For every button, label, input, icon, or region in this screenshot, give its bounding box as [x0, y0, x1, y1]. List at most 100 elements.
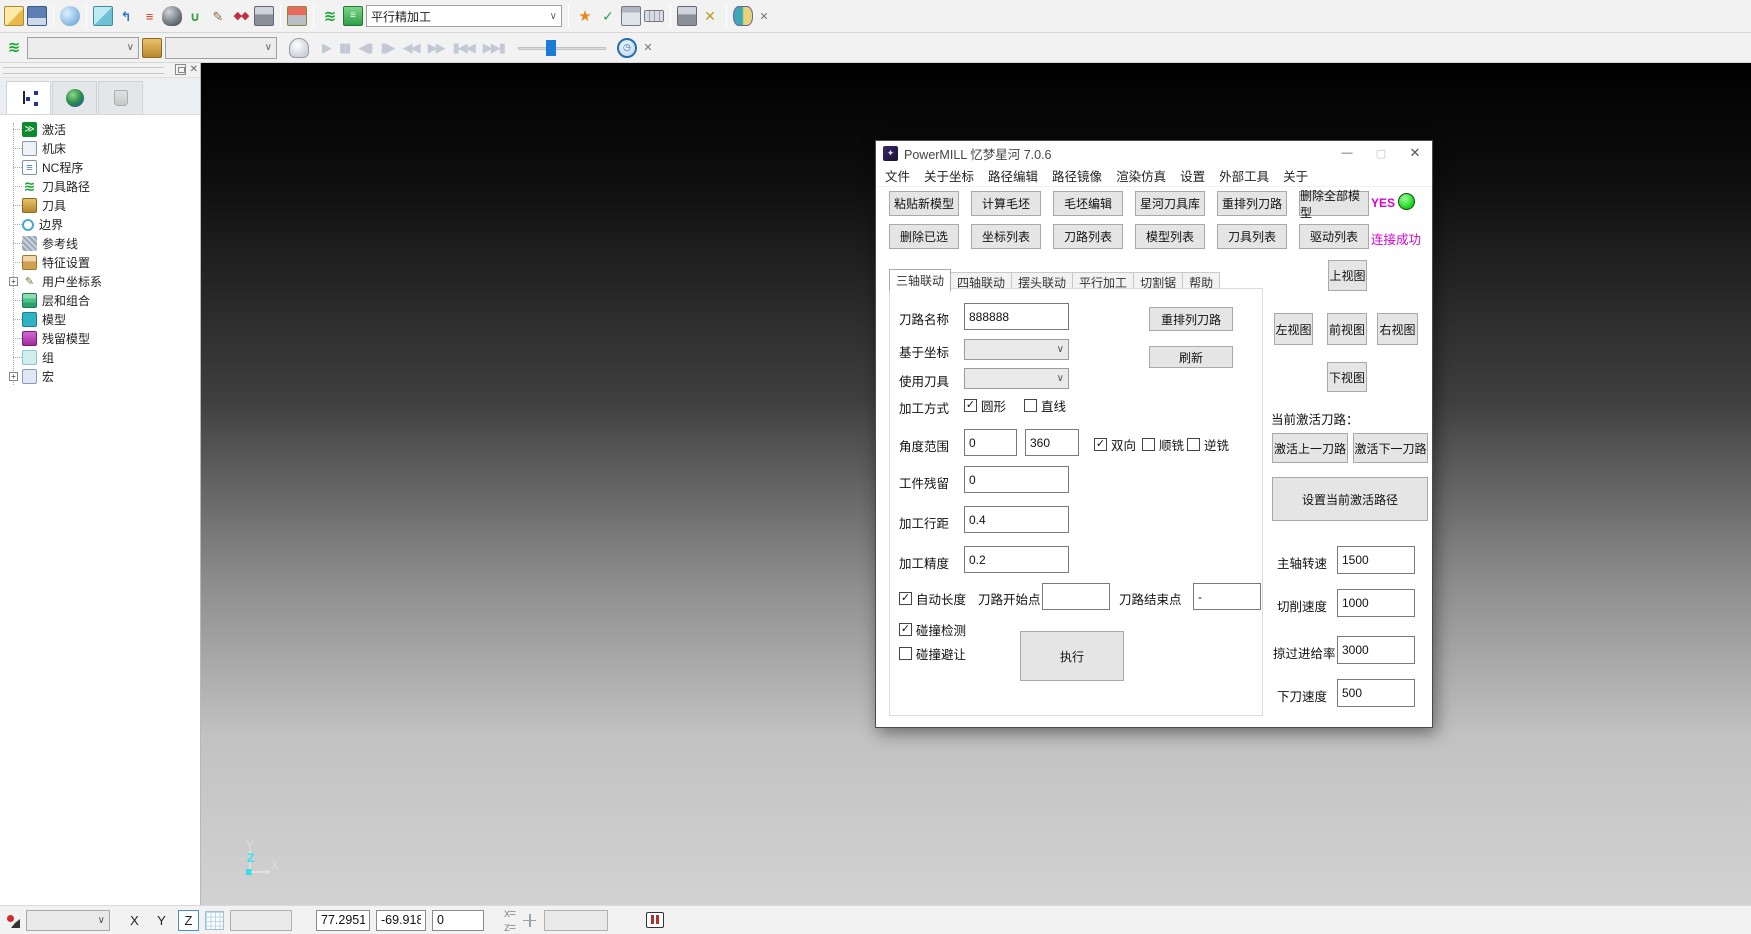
close-icon[interactable]	[1398, 141, 1432, 165]
toolbar-close-icon[interactable]: ✕	[756, 8, 772, 24]
step-forward-button[interactable]: ▮▶	[377, 40, 396, 56]
menu-path-edit[interactable]: 路径编辑	[988, 166, 1038, 185]
expand-icon[interactable]	[9, 372, 18, 381]
tree-item-levels[interactable]: 层和组合	[6, 291, 200, 310]
paste-model-button[interactable]: 粘贴新模型	[889, 191, 959, 216]
delete-selected-button[interactable]: 删除已选	[889, 224, 959, 249]
rearrange-button[interactable]: 重排列刀路	[1149, 307, 1233, 331]
drive-list-button[interactable]: 驱动列表	[1299, 224, 1369, 249]
tool-holder-icon[interactable]	[254, 6, 274, 26]
tree-item-feature-sets[interactable]: 特征设置	[6, 253, 200, 272]
plunge-feed-input[interactable]	[1337, 679, 1415, 707]
coord-list-button[interactable]: 坐标列表	[971, 224, 1041, 249]
go-start-button[interactable]: ▮◀◀	[450, 40, 477, 56]
toolpath-list-button[interactable]: 刀路列表	[1053, 224, 1123, 249]
menu-coords[interactable]: 关于坐标	[924, 166, 974, 185]
tree-item-boundaries[interactable]: 边界	[6, 215, 200, 234]
save-icon[interactable]	[27, 6, 47, 26]
toolpath-name-input[interactable]	[964, 303, 1069, 330]
play-button[interactable]: ▶	[319, 40, 333, 56]
search-back-button[interactable]: ◀◀	[400, 40, 422, 56]
menu-external-tools[interactable]: 外部工具	[1219, 166, 1269, 185]
sim-toolpath-combo[interactable]: ∨	[27, 37, 139, 59]
sim-tool-combo[interactable]: ∨	[165, 37, 277, 59]
open-file-icon[interactable]	[4, 6, 24, 26]
ball-tool-icon[interactable]	[162, 6, 182, 26]
clock-icon[interactable]: ◷	[617, 38, 637, 58]
tab-explorer-tree[interactable]	[6, 81, 51, 114]
climb-mill-checkbox[interactable]: 顺铣	[1142, 435, 1184, 454]
tab-3axis[interactable]: 三轴联动	[889, 269, 951, 292]
menu-path-mirror[interactable]: 路径镜像	[1052, 166, 1102, 185]
axis-x-button[interactable]: X	[124, 910, 145, 931]
tree-item-models[interactable]: 模型	[6, 310, 200, 329]
tree-item-patterns[interactable]: 参考线	[6, 234, 200, 253]
tree-item-macros[interactable]: 宏	[6, 367, 200, 386]
verify-tool-icon[interactable]: ✓	[598, 6, 618, 26]
axis-z-button[interactable]: Z	[178, 910, 199, 931]
sim-toolbar-close-icon[interactable]: ✕	[640, 40, 656, 56]
block-icon[interactable]	[60, 6, 80, 26]
coord-y-field[interactable]	[376, 910, 426, 931]
tool-list-button[interactable]: 刀具列表	[1217, 224, 1287, 249]
star-tool-icon[interactable]: ★	[575, 6, 595, 26]
rearrange-toolpaths-button[interactable]: 重排列刀路	[1217, 191, 1287, 216]
view-left-button[interactable]: 左视图	[1274, 313, 1313, 345]
rapid-path-icon[interactable]: ↰	[116, 6, 136, 26]
sim-speed-slider[interactable]	[518, 39, 606, 57]
move-arrows-icon[interactable]: ✕	[700, 6, 720, 26]
angle-to-input[interactable]	[1025, 429, 1079, 456]
execute-button[interactable]: 执行	[1020, 631, 1124, 681]
tab-recycle[interactable]	[98, 81, 143, 114]
use-tool-select[interactable]	[964, 368, 1069, 389]
tool-insert-icon[interactable]	[287, 6, 307, 26]
tree-item-workplanes[interactable]: 用户坐标系	[6, 272, 200, 291]
active-toolpath-icon[interactable]: ≋	[320, 6, 340, 26]
statusbar-combo[interactable]	[26, 910, 110, 931]
compare-cylinders-icon[interactable]	[733, 6, 753, 26]
conventional-mill-checkbox[interactable]: 逆铣	[1187, 435, 1229, 454]
step-back-button[interactable]: ◀▮	[355, 40, 374, 56]
tree-item-activate[interactable]: 激活	[6, 120, 200, 139]
view-bottom-button[interactable]: 下视图	[1327, 362, 1367, 392]
slider-handle[interactable]	[546, 40, 556, 56]
calc-block-button[interactable]: 计算毛坯	[971, 191, 1041, 216]
angle-from-input[interactable]	[964, 429, 1017, 456]
pattern-points-icon[interactable]: ◆◆	[231, 6, 251, 26]
maximize-icon[interactable]	[1364, 141, 1398, 165]
cutting-feed-input[interactable]	[1337, 589, 1415, 617]
collision-avoid-checkbox[interactable]: 碰撞避让	[899, 644, 966, 663]
search-forward-button[interactable]: ▶▶	[425, 40, 447, 56]
tree-item-toolpaths[interactable]: 刀具路径	[6, 177, 200, 196]
menu-about[interactable]: 关于	[1283, 166, 1308, 185]
stepover-input[interactable]	[964, 506, 1069, 533]
coord-z-field[interactable]	[432, 910, 484, 931]
tree-item-machine[interactable]: 机床	[6, 139, 200, 158]
start-point-input[interactable]	[1042, 583, 1110, 610]
skim-feed-input[interactable]	[1337, 636, 1415, 664]
go-end-button[interactable]: ▶▶▮	[480, 40, 507, 56]
minimize-icon[interactable]	[1330, 141, 1364, 165]
refresh-button[interactable]: 刷新	[1149, 346, 1233, 368]
tool-library-button[interactable]: 星河刀具库	[1135, 191, 1205, 216]
tree-item-nc-programs[interactable]: NC程序	[6, 158, 200, 177]
coord-x-field[interactable]	[316, 910, 370, 931]
auto-length-checkbox[interactable]: 自动长度	[899, 589, 966, 608]
activate-next-button[interactable]: 激活下一刀路	[1353, 433, 1428, 463]
grid-snap-icon[interactable]	[205, 911, 224, 930]
activate-prev-button[interactable]: 激活上一刀路	[1272, 433, 1348, 463]
lightbulb-icon[interactable]	[289, 38, 309, 58]
set-current-path-button[interactable]: 设置当前激活路径	[1272, 477, 1428, 521]
view-top-button[interactable]: 上视图	[1328, 260, 1367, 291]
curve-pen-icon[interactable]: ✎	[208, 6, 228, 26]
pause-button[interactable]: ▮▮	[336, 40, 352, 56]
calc-pause-icon[interactable]	[646, 912, 664, 928]
toolpath-list-icon[interactable]: ≡	[139, 6, 159, 26]
collision-check-checkbox[interactable]: 碰撞检测	[899, 620, 966, 639]
panel-restore-icon[interactable]	[175, 64, 186, 75]
bidirectional-checkbox[interactable]: 双向	[1094, 435, 1136, 454]
expand-icon[interactable]	[9, 277, 18, 286]
spindle-speed-input[interactable]	[1337, 546, 1415, 574]
strategy-list-icon[interactable]: ≡	[343, 6, 363, 26]
tool-profile-icon[interactable]: ∪	[185, 6, 205, 26]
